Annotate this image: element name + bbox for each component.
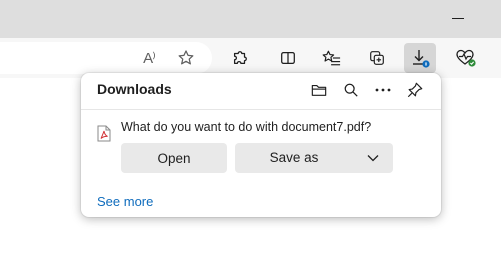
downloads-panel: Downloads What do you want to do with do… <box>81 73 441 217</box>
favorites-icon <box>322 50 341 66</box>
extensions-button[interactable] <box>224 43 256 73</box>
puzzle-icon <box>233 51 247 65</box>
more-icon <box>375 88 391 92</box>
split-screen-button[interactable] <box>272 43 304 73</box>
collections-button[interactable] <box>361 43 393 73</box>
save-as-button-label: Save as <box>269 150 319 165</box>
title-bar <box>0 0 501 38</box>
pin-panel-button[interactable] <box>404 79 426 101</box>
search-icon <box>344 83 358 97</box>
downloads-button[interactable] <box>404 43 436 73</box>
download-icon <box>413 50 430 68</box>
collections-icon <box>370 51 384 65</box>
save-as-button[interactable]: Save as <box>235 143 393 173</box>
read-aloud-icon: A⁾ <box>143 50 156 67</box>
folder-icon <box>311 84 327 96</box>
star-icon <box>178 50 194 65</box>
more-options-button[interactable] <box>372 79 394 101</box>
panel-divider <box>81 109 441 110</box>
see-more-link[interactable]: See more <box>97 194 153 209</box>
search-downloads-button[interactable] <box>340 79 362 101</box>
favorites-button[interactable] <box>316 43 348 73</box>
minimize-icon[interactable] <box>452 18 464 19</box>
heart-pulse-icon <box>456 49 476 67</box>
open-folder-button[interactable] <box>308 79 330 101</box>
chevron-down-icon[interactable] <box>367 154 379 162</box>
performance-button[interactable] <box>450 43 482 73</box>
split-screen-icon <box>281 51 295 65</box>
add-favorite-button[interactable] <box>170 43 202 73</box>
pdf-file-icon <box>97 125 111 142</box>
open-button[interactable]: Open <box>121 143 227 173</box>
read-aloud-button[interactable]: A⁾ <box>133 43 165 73</box>
download-prompt: What do you want to do with document7.pd… <box>121 120 372 134</box>
open-button-label: Open <box>157 150 191 166</box>
pin-icon <box>407 82 423 98</box>
panel-title: Downloads <box>97 81 172 97</box>
